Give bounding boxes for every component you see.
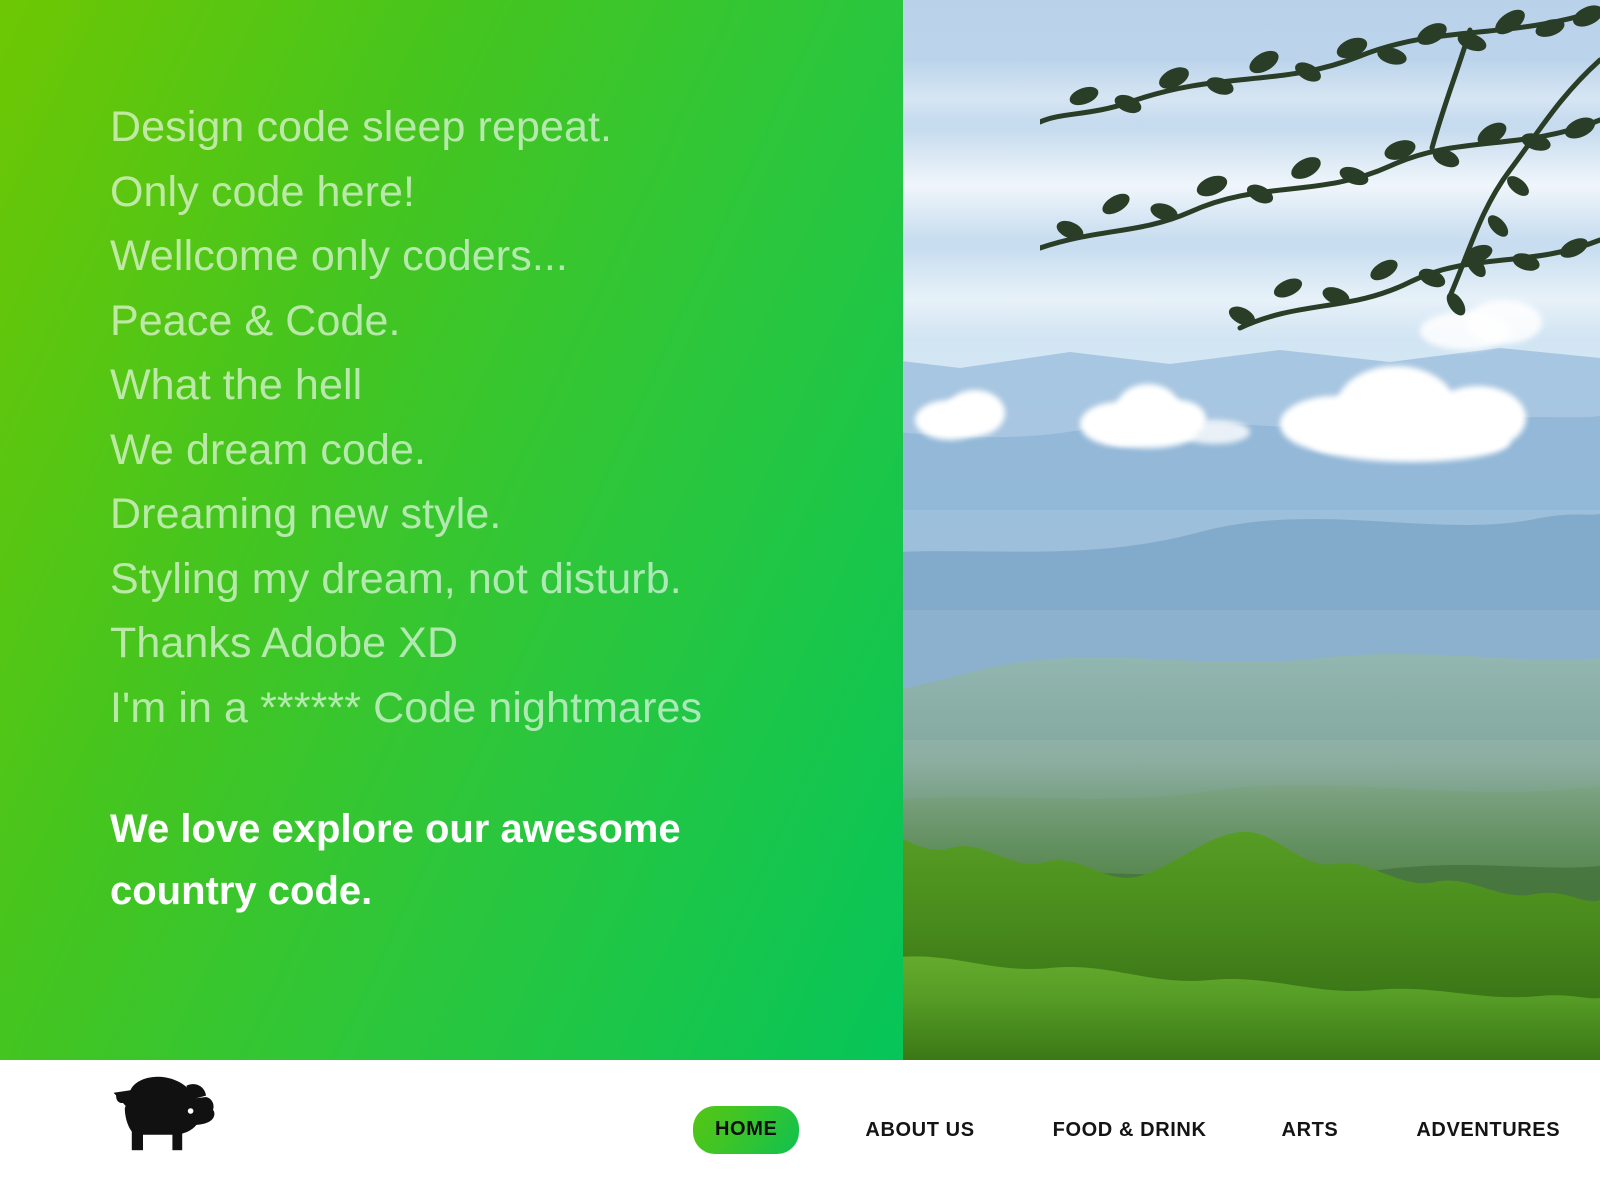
nav-item-arts[interactable]: ARTS: [1282, 1119, 1339, 1142]
nav-item-home[interactable]: HOME: [693, 1106, 800, 1154]
hero-copy: Design code sleep repeat. Only code here…: [110, 95, 863, 922]
landing-page: Design code sleep repeat. Only code here…: [0, 0, 1600, 1200]
bottom-navbar: HOME ABOUT US FOOD & DRINK ARTS ADVENTUR…: [0, 1060, 1600, 1200]
poem-line: Design code sleep repeat.: [110, 103, 613, 151]
poem-line: Dreaming new style.: [110, 490, 502, 538]
poem-line: Wellcome only coders...: [110, 232, 568, 280]
poem-line: We dream code.: [110, 425, 427, 474]
hero-section: Design code sleep repeat. Only code here…: [0, 0, 1600, 1060]
pig-icon: [113, 1076, 215, 1151]
poem-line: Styling my dream, not disturb.: [110, 554, 682, 603]
poem-line: Thanks Adobe XD: [110, 619, 459, 667]
nav-item-food-drink[interactable]: FOOD & DRINK: [1053, 1119, 1207, 1142]
main-navigation: HOME ABOUT US FOOD & DRINK ARTS ADVENTUR…: [693, 1060, 1560, 1200]
hero-headline: We love explore our awesome country code…: [110, 807, 681, 913]
poem-line: What the hell: [110, 361, 363, 409]
nav-item-adventures[interactable]: ADVENTURES: [1416, 1119, 1560, 1142]
poem-line: Peace & Code.: [110, 296, 401, 345]
poem-list: Design code sleep repeat. Only code here…: [110, 95, 863, 740]
site-logo[interactable]: [108, 1061, 228, 1161]
poem-line: I'm in a ****** Code nightmares: [110, 683, 703, 732]
nav-item-about-us[interactable]: ABOUT US: [865, 1119, 974, 1142]
poem-line: Only code here!: [110, 167, 416, 216]
hero-green-panel: Design code sleep repeat. Only code here…: [0, 0, 903, 1060]
